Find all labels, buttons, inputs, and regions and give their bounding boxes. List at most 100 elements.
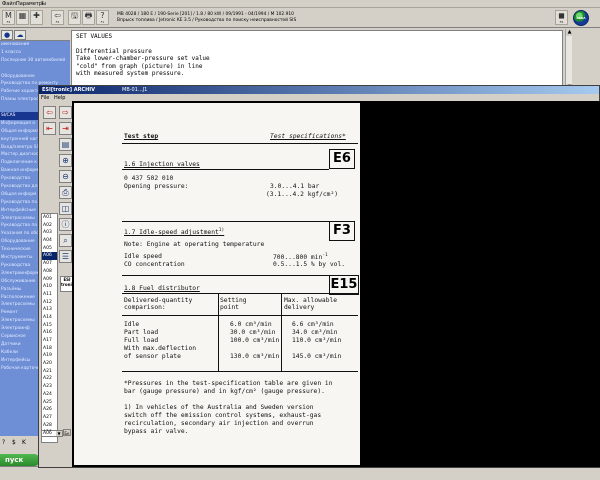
dollar-icon[interactable]: $ (12, 439, 16, 446)
child-titlebar: ESI[tronic] ARCHIV MB-01...J1 (39, 86, 599, 94)
print-page-icon[interactable]: ⎙ (59, 186, 72, 199)
section-list-item[interactable]: A10 (42, 283, 57, 291)
table-vrule-2 (281, 293, 282, 371)
tree-item[interactable]: 1 класса (0, 49, 70, 57)
code-e6: E6 (329, 149, 355, 169)
next-doc-icon[interactable]: ⇥ (59, 122, 72, 135)
table-top-rule (122, 293, 358, 294)
idle-speed-value: 700...800 min-1 (273, 253, 328, 262)
set-values-line (76, 40, 558, 47)
chevron-down-icon[interactable]: ▼ (56, 431, 62, 436)
menu-help[interactable]: ? (41, 0, 44, 8)
footnote-star-line1: *Pressures in the test-specification tab… (124, 380, 333, 387)
fuel-row-max: 6.6 cm³/min (292, 321, 334, 328)
col-delivered-header-2: comparison: (124, 304, 166, 311)
section-list-item[interactable]: A19 (42, 352, 57, 360)
text-scrollbar[interactable]: ▲ ▼ (565, 29, 573, 91)
set-values-line (76, 77, 558, 84)
child-menu-help[interactable]: Help (54, 94, 65, 102)
section-list-item[interactable]: A06 (42, 252, 57, 261)
toolbar-save-button[interactable]: 🖫 (68, 10, 81, 25)
section-list-item[interactable]: A25 (42, 399, 57, 407)
zoom-out-icon[interactable]: ⊖ (59, 170, 72, 183)
section-list-item[interactable]: A18 (42, 345, 57, 353)
right-strip (572, 29, 600, 91)
document-viewer[interactable]: Test step Test specifications* 1.6 Injec… (72, 101, 600, 467)
col-max-header-2: delivery (284, 304, 315, 311)
section-list-item[interactable]: A23 (42, 383, 57, 391)
section-list-item[interactable]: A16 (42, 329, 57, 337)
section-list-item[interactable]: A07 (42, 260, 57, 268)
footnote-1-line3: recirculation, secondary air injection a… (124, 420, 314, 427)
tab-tree[interactable]: ● (1, 30, 13, 40)
section-list-item[interactable]: A24 (42, 391, 57, 399)
tree-item[interactable]: именования (0, 41, 70, 49)
section-list-item[interactable]: A28 (42, 422, 57, 430)
section-list-item[interactable]: A02 (42, 222, 57, 230)
section-list-item[interactable]: A03 (42, 229, 57, 237)
set-values-line: Take lower-chamber-pressure set value (76, 55, 210, 63)
section-list-item[interactable]: A08 (42, 268, 57, 276)
start-button[interactable]: пуск (0, 454, 40, 466)
toolbar-help-button[interactable]: ? F1 (96, 10, 109, 25)
page-forward-icon[interactable]: ⇨ (59, 106, 72, 119)
tree-item[interactable] (0, 65, 70, 73)
toolbar-back-button[interactable]: ⇦ F4 (51, 10, 64, 25)
section-list-item[interactable]: A09 (42, 276, 57, 284)
col-max-header-1: Max. allowable (284, 297, 338, 304)
menu-file[interactable]: Файл (2, 0, 16, 8)
section-list-item[interactable]: A13 (42, 306, 57, 314)
book-icon[interactable]: ▤ (59, 138, 72, 151)
prev-doc-icon[interactable]: ⇤ (43, 122, 56, 135)
tab-cloud[interactable]: ☁ (14, 30, 26, 40)
fuel-row-setting: 130.0 cm³/min (230, 353, 280, 360)
set-values-line: SET VALUES (76, 33, 113, 40)
toolbar-print-button[interactable]: 🖶 (82, 10, 95, 25)
toolbar-f6-button[interactable]: ◼ F6 (555, 10, 568, 25)
grid-icon: ▦ (18, 11, 27, 20)
child-menu-file[interactable]: File (41, 94, 49, 102)
small-action-button[interactable]: Бк (63, 429, 71, 436)
section-list-item[interactable]: A04 (42, 237, 57, 245)
section-list[interactable]: A01 A02 A03 A04 A05 A06 A07 A08 A09 A10 A11 A12 A13 A… (41, 213, 58, 443)
toolbar-m-button[interactable]: M F2 (2, 10, 15, 25)
set-values-line: Differential pressure (76, 47, 152, 55)
toolbar-add-button[interactable]: ✚ (30, 10, 43, 25)
fit-page-icon[interactable]: ◫ (59, 202, 72, 215)
section-list-item[interactable]: A21 (42, 368, 57, 376)
zoom-in-icon[interactable]: ⊕ (59, 154, 72, 167)
section-list-item[interactable]: A05 (42, 245, 57, 253)
section-list-item[interactable]: A15 (42, 322, 57, 330)
page-back-icon[interactable]: ⇦ (43, 106, 56, 119)
set-values-text[interactable]: SET VALUES Differential pressure Take lowe… (71, 30, 563, 90)
fuel-row-max: 145.0 cm³/min (292, 353, 342, 360)
vehicle-info: MB 4028 / 180 E / 190-Serie [201] / 1.8 … (117, 12, 477, 24)
section-list-item[interactable]: A22 (42, 375, 57, 383)
section-list-item[interactable]: A17 (42, 337, 57, 345)
opening-pressure-label: Opening pressure: (124, 183, 189, 190)
child-doc-title: MB-01...J1 (122, 87, 148, 93)
code-f3: F3 (329, 221, 355, 241)
section-list-item[interactable]: A20 (42, 360, 57, 368)
section-list-item[interactable]: A12 (42, 299, 57, 307)
section-list-item[interactable]: A01 (42, 214, 57, 222)
section-list-item[interactable]: A11 (42, 291, 57, 299)
col-setting-header-2: point (220, 304, 239, 311)
plus-icon: ✚ (33, 11, 40, 20)
section-list-item[interactable]: A27 (42, 414, 57, 422)
list-icon[interactable]: ☰ (59, 250, 72, 263)
tree-item[interactable]: Последние 30 автомобилей (0, 57, 70, 65)
info-icon[interactable]: ⓘ (59, 218, 72, 231)
section-select[interactable]: A06 ▼ (41, 430, 63, 437)
opening-pressure-bar: 3.0...4.1 bar (270, 183, 320, 190)
footnote-1-line4: bypass air valve. (124, 428, 189, 435)
toolbar-grid-button[interactable]: ▦ (16, 10, 29, 25)
section-list-item[interactable]: A26 (42, 406, 57, 414)
tree-item[interactable]: Оборудование (0, 73, 70, 81)
section3-top-rule (122, 275, 329, 276)
search-icon[interactable]: ⌕ (59, 234, 72, 247)
table-vrule-1 (218, 293, 219, 371)
help-icon[interactable]: ? (2, 439, 5, 446)
section-list-item[interactable]: A14 (42, 314, 57, 322)
k-icon[interactable]: K (22, 439, 26, 446)
